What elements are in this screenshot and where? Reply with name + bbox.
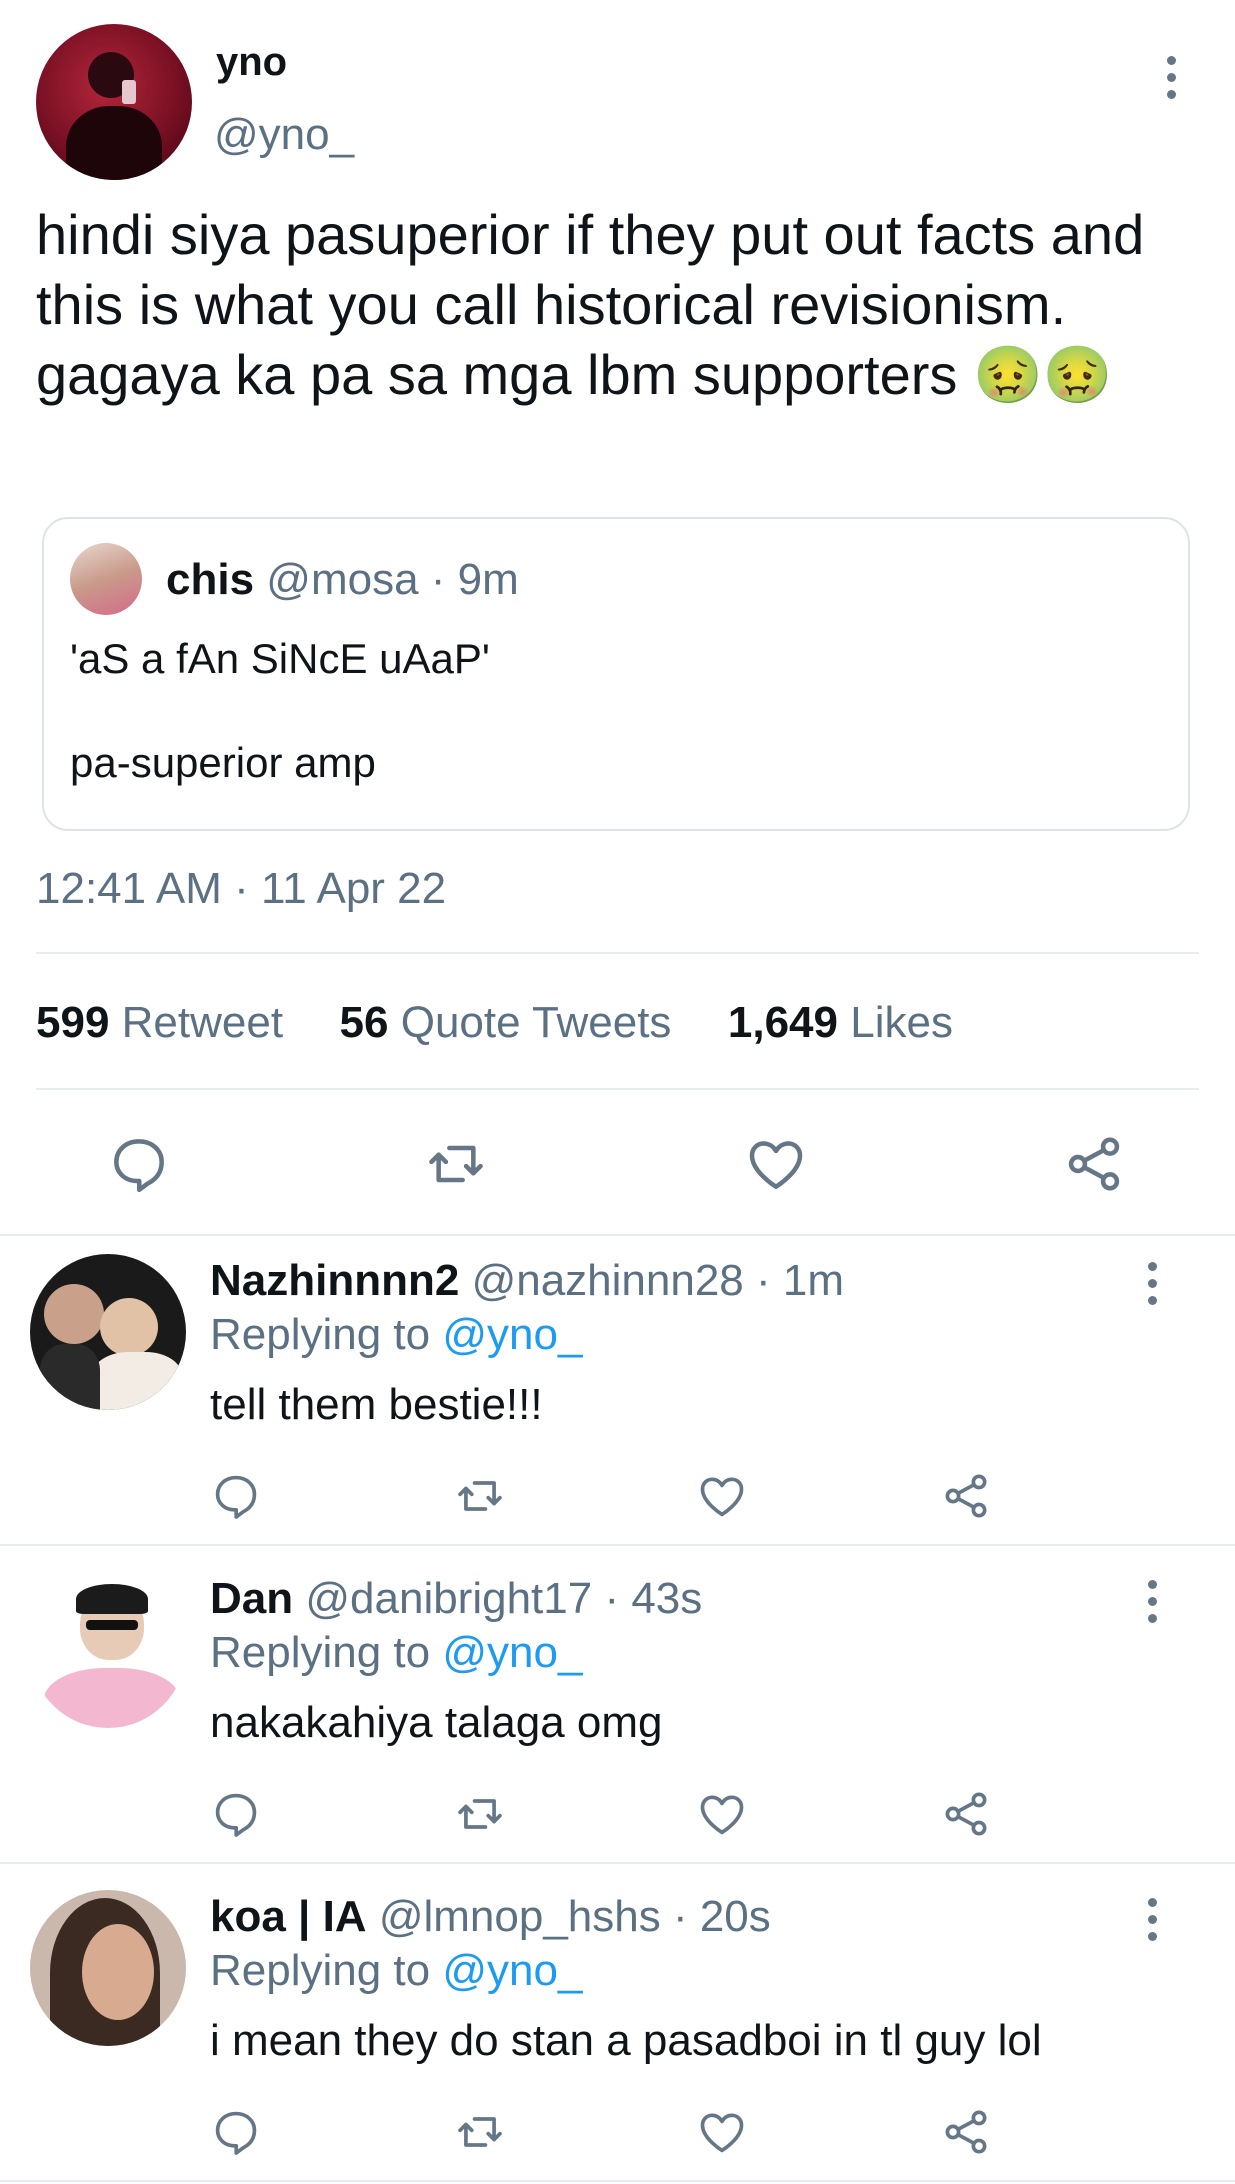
- like-count-label: Likes: [850, 998, 953, 1047]
- reply-meta: @lmnop_hshs · 20s: [378, 1892, 771, 1941]
- tweet-text: hindi siya pasuperior if they put out fa…: [36, 200, 1186, 410]
- like-icon[interactable]: [696, 1788, 748, 1840]
- retweet-count[interactable]: 599 Retweet: [36, 998, 295, 1047]
- quoted-tweet-card[interactable]: chis @mosa · 9m 'aS a fAn SiNcE uAaP' pa…: [42, 517, 1190, 831]
- replying-to-line: Replying to @yno_: [210, 1310, 582, 1360]
- like-count-value: 1,649: [727, 998, 838, 1047]
- reply-author-line: koa | IA @lmnop_hshs · 20s: [210, 1892, 771, 1942]
- reply-icon[interactable]: [107, 1132, 171, 1196]
- more-vertical-icon[interactable]: [1141, 1262, 1165, 1322]
- quoted-text-line-2: pa-superior amp: [70, 739, 376, 786]
- retweet-count-value: 599: [36, 998, 110, 1047]
- like-count[interactable]: 1,649 Likes: [728, 998, 953, 1047]
- retweet-icon[interactable]: [424, 1132, 488, 1196]
- reply-display-name[interactable]: Dan: [210, 1574, 293, 1623]
- retweet-icon[interactable]: [454, 1470, 506, 1522]
- divider: [36, 1088, 1199, 1090]
- quote-tweet-count-label: Quote Tweets: [400, 998, 672, 1047]
- reply-author-avatar[interactable]: [30, 1572, 186, 1728]
- like-icon[interactable]: [744, 1132, 808, 1196]
- author-display-name[interactable]: yno: [216, 40, 287, 85]
- like-icon[interactable]: [696, 2106, 748, 2158]
- reply-author-avatar[interactable]: [30, 1254, 186, 1410]
- replying-to-line: Replying to @yno_: [210, 1628, 582, 1678]
- author-avatar[interactable]: [36, 24, 192, 180]
- replying-to-line: Replying to @yno_: [210, 1946, 582, 1996]
- more-vertical-icon[interactable]: [1141, 1898, 1165, 1958]
- reply-author-line: Dan @danibright17 · 43s: [210, 1574, 702, 1624]
- replying-to-handle[interactable]: @yno_: [442, 1946, 582, 1995]
- share-icon[interactable]: [940, 1788, 992, 1840]
- share-icon[interactable]: [1062, 1132, 1126, 1196]
- tweet-timestamp: 12:41 AM · 11 Apr 22: [36, 864, 447, 913]
- retweet-icon[interactable]: [454, 1788, 506, 1840]
- replying-to-handle[interactable]: @yno_: [442, 1628, 582, 1677]
- quoted-author-meta: @mosa · 9m: [266, 555, 519, 604]
- tweet-stats: 599 Retweet 56 Quote Tweets 1,649 Likes: [36, 998, 953, 1048]
- divider: [36, 952, 1199, 954]
- replying-to-label: Replying to: [210, 1628, 431, 1677]
- divider: [0, 1544, 1235, 1546]
- replying-to-label: Replying to: [210, 1310, 431, 1359]
- more-vertical-icon[interactable]: [1160, 50, 1184, 110]
- quoted-text-line-1: 'aS a fAn SiNcE uAaP': [70, 635, 490, 682]
- nauseated-face-emoji: 🤢🤢: [972, 343, 1113, 406]
- reply-icon[interactable]: [210, 2106, 262, 2158]
- retweet-count-label: Retweet: [121, 998, 284, 1047]
- share-icon[interactable]: [940, 2106, 992, 2158]
- quote-tweet-count[interactable]: 56 Quote Tweets: [340, 998, 684, 1047]
- reply-icon[interactable]: [210, 1788, 262, 1840]
- share-icon[interactable]: [940, 1470, 992, 1522]
- author-handle[interactable]: @yno_: [214, 110, 354, 160]
- reply-meta: @danibright17 · 43s: [305, 1574, 703, 1623]
- like-icon[interactable]: [696, 1470, 748, 1522]
- reply-meta: @nazhinnn28 · 1m: [471, 1256, 844, 1305]
- reply-text: i mean they do stan a pasadboi in tl guy…: [210, 2016, 1042, 2065]
- retweet-icon[interactable]: [454, 2106, 506, 2158]
- replying-to-handle[interactable]: @yno_: [442, 1310, 582, 1359]
- divider: [0, 1234, 1235, 1236]
- reply-author-line: Nazhinnnn2 @nazhinnn28 · 1m: [210, 1256, 844, 1306]
- divider: [0, 2180, 1235, 2182]
- reply-display-name[interactable]: Nazhinnnn2: [210, 1256, 459, 1305]
- reply-icon[interactable]: [210, 1470, 262, 1522]
- quoted-author-display-name: chis: [166, 555, 255, 604]
- replying-to-label: Replying to: [210, 1946, 431, 1995]
- divider: [0, 1862, 1235, 1864]
- quoted-author-avatar[interactable]: [70, 543, 142, 615]
- more-vertical-icon[interactable]: [1141, 1580, 1165, 1640]
- reply-display-name[interactable]: koa | IA: [210, 1892, 367, 1941]
- quoted-author-line: chis @mosa · 9m: [166, 555, 519, 605]
- quote-tweet-count-value: 56: [339, 998, 389, 1047]
- reply-author-avatar[interactable]: [30, 1890, 186, 2046]
- reply-text: tell them bestie!!!: [210, 1380, 543, 1429]
- reply-text: nakakahiya talaga omg: [210, 1698, 663, 1747]
